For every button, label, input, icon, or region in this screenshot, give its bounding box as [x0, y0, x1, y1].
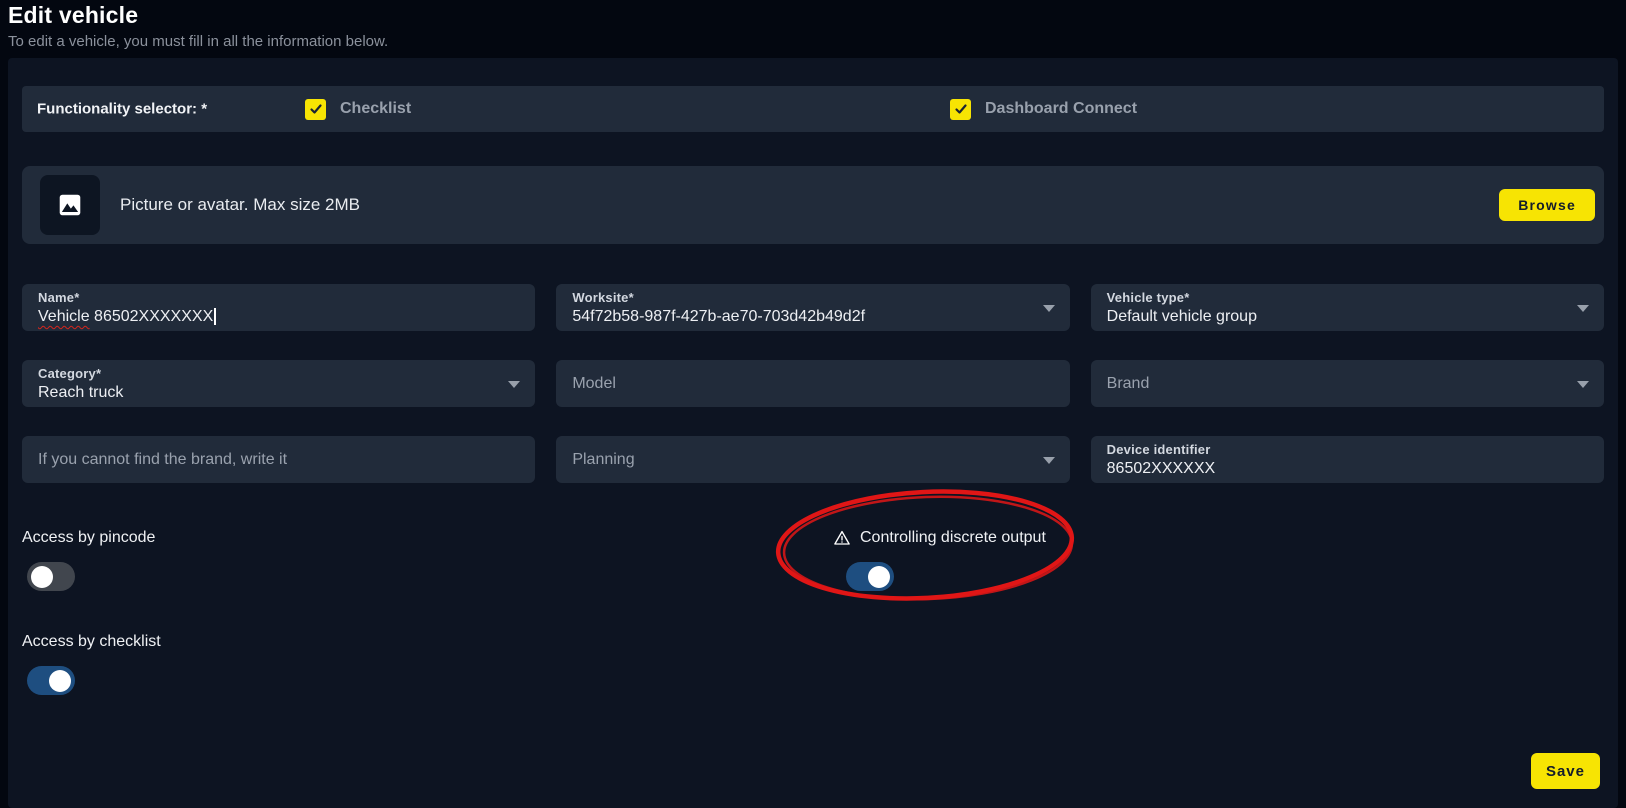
access-by-checklist-toggle[interactable]	[27, 666, 75, 695]
name-field-label: Name*	[38, 290, 501, 305]
warning-icon	[833, 529, 851, 547]
page-title: Edit vehicle	[8, 2, 388, 29]
device-identifier-field-label: Device identifier	[1107, 442, 1570, 457]
vehicle-form-grid: Name* Vehicle 86502XXXXXXX Worksite* 54f…	[22, 284, 1604, 483]
name-value-rest: 86502XXXXXXX	[90, 308, 214, 325]
access-by-pincode-section: Access by pincode	[22, 528, 155, 591]
misspelled-word: Vehicle	[38, 308, 90, 325]
page-header: Edit vehicle To edit a vehicle, you must…	[8, 2, 388, 50]
worksite-field-label: Worksite*	[572, 290, 1035, 305]
device-identifier-field[interactable]: Device identifier 86502XXXXXX	[1091, 436, 1604, 483]
avatar-upload-card: Picture or avatar. Max size 2MB Browse	[22, 166, 1604, 244]
controlling-discrete-output-toggle[interactable]	[846, 562, 894, 591]
dashboard-connect-checkbox-label: Dashboard Connect	[985, 100, 1137, 118]
image-icon	[57, 192, 83, 218]
browse-button[interactable]: Browse	[1499, 189, 1595, 221]
brand-field-placeholder: Brand	[1107, 375, 1150, 393]
chevron-down-icon[interactable]	[1577, 381, 1589, 388]
category-field-value: Reach truck	[38, 384, 501, 402]
checklist-checkbox-label: Checklist	[340, 100, 411, 118]
edit-vehicle-panel: Functionality selector: * Checklist Dash…	[8, 58, 1618, 808]
save-button[interactable]: Save	[1531, 753, 1600, 789]
toggle-knob	[31, 566, 53, 588]
model-field[interactable]: Model	[556, 360, 1069, 407]
planning-field[interactable]: Planning	[556, 436, 1069, 483]
check-icon	[309, 102, 323, 116]
dashboard-connect-checkbox[interactable]	[950, 99, 971, 120]
name-field[interactable]: Name* Vehicle 86502XXXXXXX	[22, 284, 535, 331]
functionality-selector-label: Functionality selector: *	[37, 101, 207, 118]
model-field-placeholder: Model	[572, 375, 616, 393]
access-by-pincode-label: Access by pincode	[22, 528, 155, 548]
functionality-selector-bar: Functionality selector: * Checklist Dash…	[22, 86, 1604, 132]
chevron-down-icon[interactable]	[1043, 305, 1055, 312]
check-icon	[954, 102, 968, 116]
vehicle-type-field-value: Default vehicle group	[1107, 308, 1570, 326]
toggle-knob	[49, 670, 71, 692]
name-field-value: Vehicle 86502XXXXXXX	[38, 308, 501, 326]
chevron-down-icon[interactable]	[1577, 305, 1589, 312]
controlling-discrete-output-label: Controlling discrete output	[860, 528, 1046, 548]
category-field[interactable]: Category* Reach truck	[22, 360, 535, 407]
device-identifier-field-value: 86502XXXXXX	[1107, 460, 1570, 478]
category-field-label: Category*	[38, 366, 501, 381]
chevron-down-icon[interactable]	[1043, 457, 1055, 464]
toggle-knob	[868, 566, 890, 588]
functionality-option-checklist[interactable]: Checklist	[305, 86, 411, 132]
avatar-help-text: Picture or avatar. Max size 2MB	[120, 195, 360, 215]
avatar-placeholder	[40, 175, 100, 235]
controlling-discrete-output-section: Controlling discrete output	[833, 528, 1046, 591]
worksite-field[interactable]: Worksite* 54f72b58-987f-427b-ae70-703d42…	[556, 284, 1069, 331]
brand-custom-field-placeholder: If you cannot find the brand, write it	[38, 451, 287, 469]
vehicle-type-field[interactable]: Vehicle type* Default vehicle group	[1091, 284, 1604, 331]
checklist-checkbox[interactable]	[305, 99, 326, 120]
brand-custom-field[interactable]: If you cannot find the brand, write it	[22, 436, 535, 483]
vehicle-type-field-label: Vehicle type*	[1107, 290, 1570, 305]
functionality-option-dashboard-connect[interactable]: Dashboard Connect	[950, 86, 1137, 132]
page-subtitle: To edit a vehicle, you must fill in all …	[8, 33, 388, 50]
access-by-checklist-label: Access by checklist	[22, 632, 161, 652]
chevron-down-icon[interactable]	[508, 381, 520, 388]
access-by-checklist-section: Access by checklist	[22, 632, 161, 695]
worksite-field-value: 54f72b58-987f-427b-ae70-703d42b49d2f	[572, 308, 1035, 326]
access-by-pincode-toggle[interactable]	[27, 562, 75, 591]
planning-field-placeholder: Planning	[572, 451, 634, 469]
text-cursor	[214, 308, 216, 325]
brand-field[interactable]: Brand	[1091, 360, 1604, 407]
